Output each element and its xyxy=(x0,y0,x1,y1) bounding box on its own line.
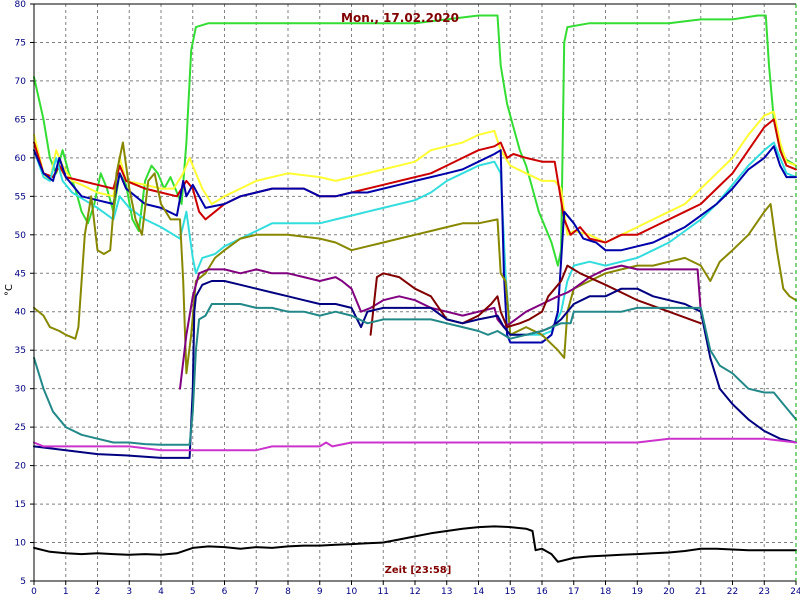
x-tick-label: 14 xyxy=(473,587,485,597)
x-tick-label: 19 xyxy=(632,587,644,597)
y-tick-label: 50 xyxy=(15,231,27,241)
x-axis-ticks: 0 1 2 3 4 5 6 7 8 9 10 11 12 13 14 15 16 17 18 19 20 21 22 23 24 xyxy=(31,581,800,597)
y-tick-label: 30 xyxy=(15,385,27,395)
x-tick-label: 9 xyxy=(317,587,323,597)
x-tick-label: 23 xyxy=(759,587,770,597)
y-tick-label: 45 xyxy=(15,269,26,279)
y-axis-ticks: 5 10 15 20 25 30 35 40 45 50 55 60 65 70 75 80 xyxy=(15,0,34,587)
x-tick-label: 2 xyxy=(95,587,101,597)
grid-lines xyxy=(34,4,796,581)
y-axis-label: °C xyxy=(4,284,15,296)
temperature-line-chart: 0 1 2 3 4 5 6 7 8 9 10 11 12 13 14 15 16 17 18 19 20 21 22 23 24… xyxy=(4,0,800,597)
y-tick-label: 55 xyxy=(15,192,26,202)
x-tick-label: 16 xyxy=(536,587,548,597)
series-line-8 xyxy=(369,264,702,336)
x-tick-label: 22 xyxy=(727,587,738,597)
chart-title: Mon., 17.02.2020 xyxy=(341,11,459,25)
x-tick-label: 3 xyxy=(126,587,132,597)
y-tick-label: 20 xyxy=(15,462,27,472)
x-tick-label: 15 xyxy=(505,587,516,597)
x-tick-label: 11 xyxy=(378,587,389,597)
x-tick-label: 4 xyxy=(158,587,164,597)
y-tick-label: 25 xyxy=(15,423,26,433)
y-tick-label: 15 xyxy=(15,500,26,510)
x-tick-label: 5 xyxy=(190,587,196,597)
x-tick-label: 17 xyxy=(568,587,579,597)
series-line-7 xyxy=(179,264,702,390)
y-tick-label: 40 xyxy=(15,308,27,318)
x-tick-label: 6 xyxy=(222,587,228,597)
x-tick-label: 8 xyxy=(285,587,291,597)
x-tick-label: 13 xyxy=(441,587,452,597)
series-line-10 xyxy=(33,303,797,446)
y-tick-label: 5 xyxy=(20,577,26,587)
x-tick-label: 24 xyxy=(790,587,800,597)
x-tick-label: 12 xyxy=(409,587,420,597)
y-tick-label: 75 xyxy=(15,38,26,48)
y-tick-label: 65 xyxy=(15,115,26,125)
y-tick-label: 35 xyxy=(15,346,26,356)
y-tick-label: 10 xyxy=(15,539,27,549)
x-tick-label: 7 xyxy=(253,587,259,597)
x-axis-label: Zeit [23:58] xyxy=(385,565,452,576)
x-tick-label: 1 xyxy=(63,587,69,597)
x-tick-label: 20 xyxy=(663,587,675,597)
x-tick-label: 10 xyxy=(346,587,358,597)
y-tick-label: 70 xyxy=(15,77,27,87)
y-tick-label: 80 xyxy=(15,0,27,10)
x-tick-label: 21 xyxy=(695,587,706,597)
x-tick-label: 0 xyxy=(31,587,37,597)
x-tick-label: 18 xyxy=(600,587,612,597)
y-tick-label: 60 xyxy=(15,154,27,164)
